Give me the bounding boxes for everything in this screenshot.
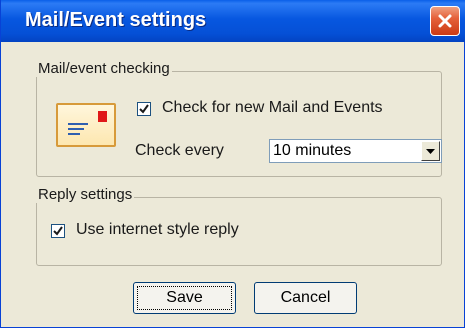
internet-style-reply-checkbox[interactable] xyxy=(51,224,65,238)
check-every-label: Check every xyxy=(135,142,224,159)
close-icon xyxy=(438,14,452,28)
check-interval-value: 10 minutes xyxy=(273,142,352,159)
mail-event-settings-dialog: Mail/Event settings Mail/event checking … xyxy=(0,0,465,328)
mail-event-checking-group-label: Mail/event checking xyxy=(36,60,172,77)
mail-envelope-icon xyxy=(56,103,116,147)
check-interval-select[interactable]: 10 minutes xyxy=(269,139,442,163)
title-bar[interactable]: Mail/Event settings xyxy=(1,0,465,42)
save-button[interactable]: Save xyxy=(133,282,236,314)
reply-settings-group-label: Reply settings xyxy=(36,186,135,203)
dialog-title: Mail/Event settings xyxy=(25,9,207,31)
checkmark-icon xyxy=(139,104,149,114)
dropdown-arrow-button[interactable] xyxy=(421,141,440,161)
check-new-mail-label[interactable]: Check for new Mail and Events xyxy=(162,99,383,117)
checkmark-icon xyxy=(53,226,63,236)
close-button[interactable] xyxy=(430,6,460,36)
check-new-mail-checkbox[interactable] xyxy=(137,102,151,116)
cancel-button[interactable]: Cancel xyxy=(254,282,357,314)
internet-style-reply-label[interactable]: Use internet style reply xyxy=(76,221,239,239)
chevron-down-icon xyxy=(426,148,435,154)
